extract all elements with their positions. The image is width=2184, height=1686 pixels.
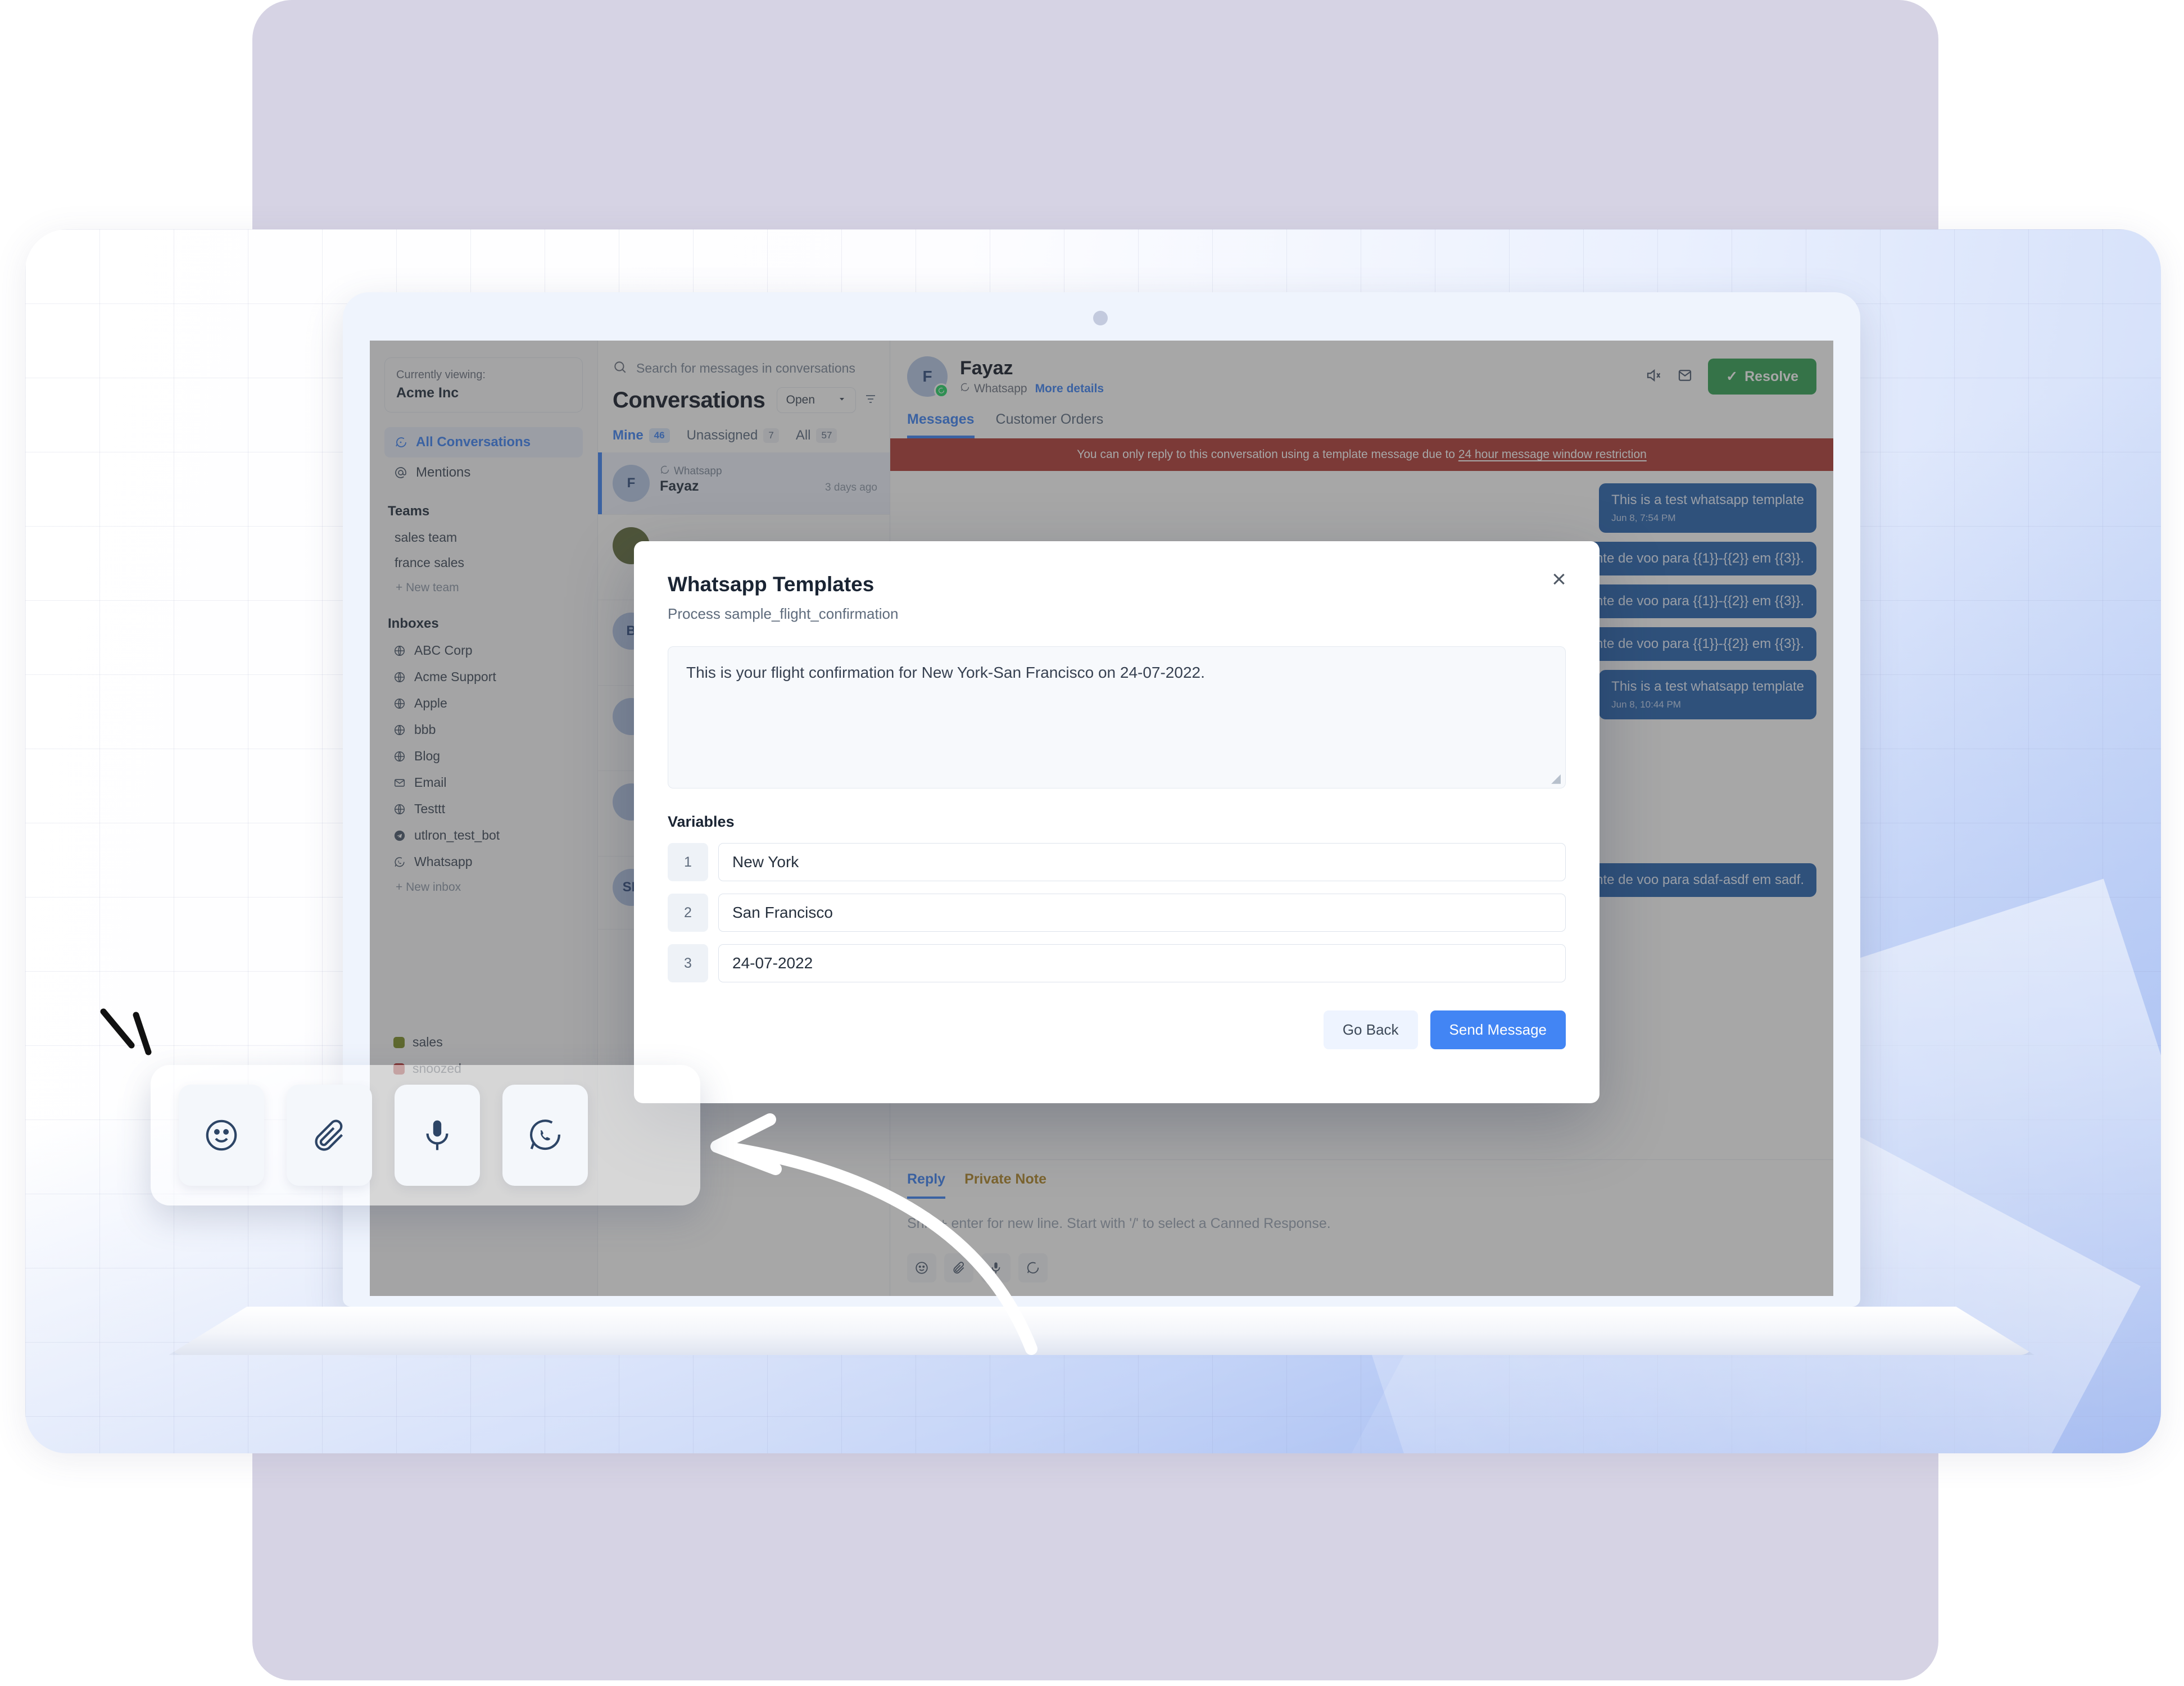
template-textarea[interactable]: This is your flight confirmation for New… [668,646,1566,788]
resize-handle-icon[interactable]: ◢ [1551,771,1561,786]
modal-actions: Go Back Send Message [668,1010,1566,1049]
go-back-button[interactable]: Go Back [1323,1010,1418,1049]
microphone-icon[interactable] [395,1085,480,1186]
variable-row: 2 San Francisco [668,894,1566,932]
variable-index: 1 [668,843,708,881]
variables-label: Variables [668,813,735,830]
screenshot-stage: Currently viewing: Acme Inc All Conversa… [0,0,2184,1686]
emoji-icon[interactable] [179,1085,264,1186]
variable-input-2[interactable]: San Francisco [718,894,1566,932]
variable-input-3[interactable]: 24-07-2022 [718,944,1566,982]
laptop-base [169,1307,2035,1355]
variable-index: 2 [668,894,708,932]
whatsapp-icon[interactable] [502,1085,588,1186]
variable-input-1[interactable]: New York [718,843,1566,881]
whatsapp-templates-modal: × Whatsapp Templates Process sample_flig… [634,541,1600,1103]
modal-title: Whatsapp Templates [668,573,874,596]
close-icon[interactable]: × [1544,565,1574,594]
variable-index: 3 [668,944,708,982]
attachment-toolbar-callout [151,1065,700,1205]
variable-row: 3 24-07-2022 [668,944,1566,982]
attachment-icon[interactable] [287,1085,372,1186]
variable-row: 1 New York [668,843,1566,881]
laptop-camera-icon [1093,311,1108,325]
template-text: This is your flight confirmation for New… [686,664,1205,681]
send-message-button[interactable]: Send Message [1430,1010,1566,1049]
modal-subtitle: Process sample_flight_confirmation [668,605,899,622]
